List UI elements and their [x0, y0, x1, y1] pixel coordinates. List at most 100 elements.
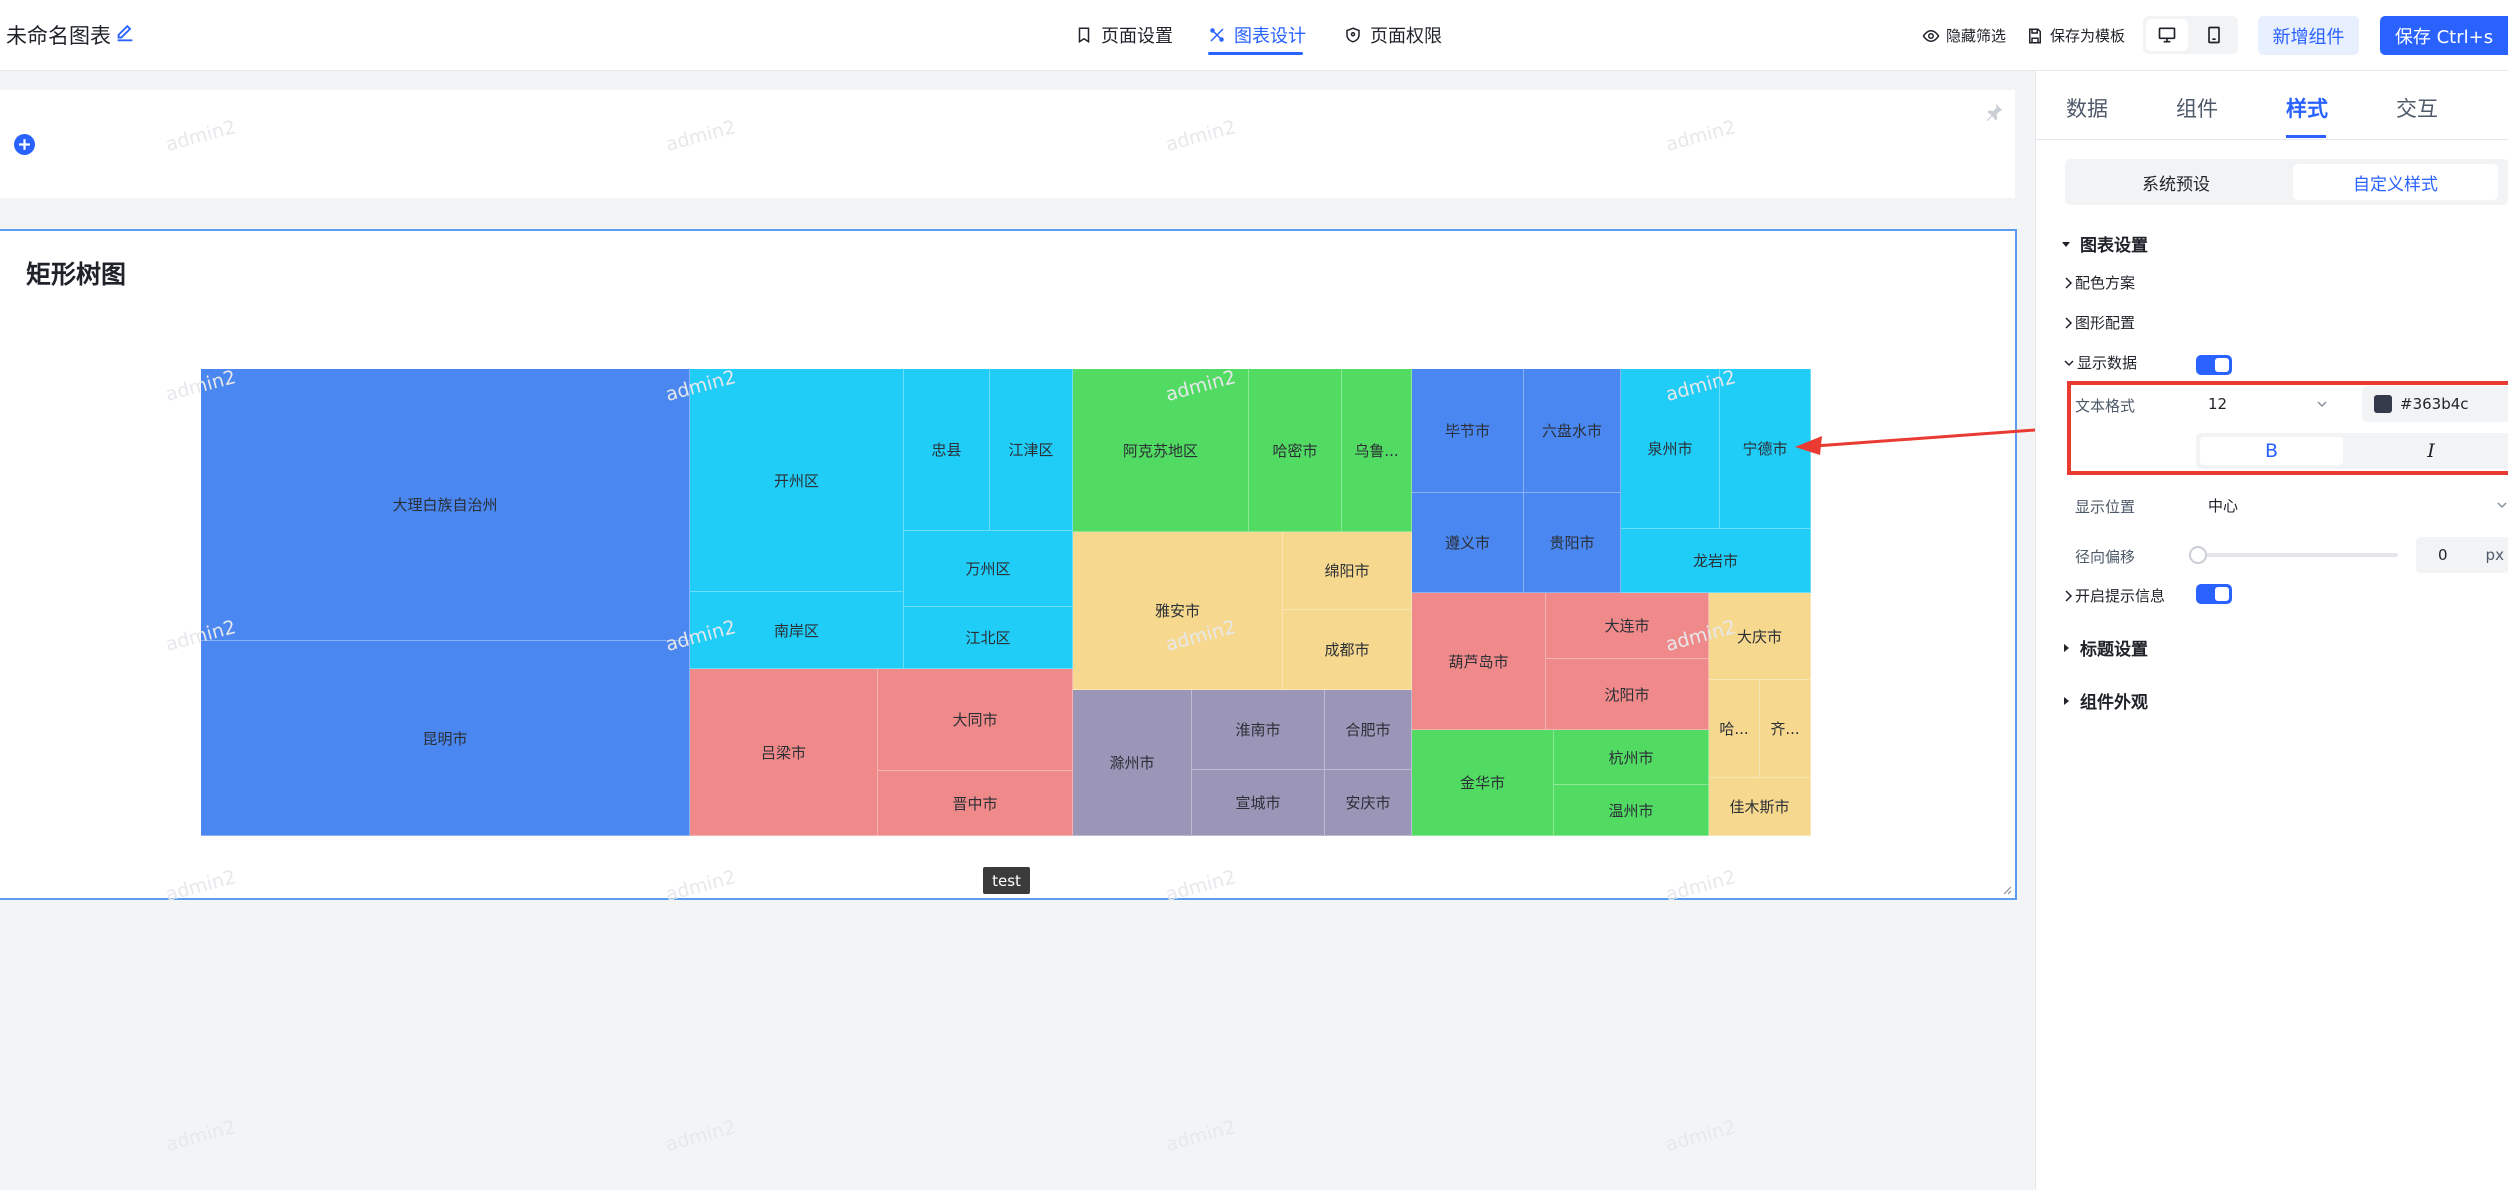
treemap-cell[interactable]: 安庆市 — [1325, 770, 1412, 836]
treemap-cell[interactable]: 雅安市 — [1073, 532, 1283, 690]
show-data-toggle[interactable] — [2196, 355, 2232, 375]
treemap-cell[interactable]: 毕节市 — [1412, 369, 1524, 493]
treemap-cell[interactable]: 昆明市 — [201, 641, 690, 836]
segment-system-preset[interactable]: 系统预设 — [2070, 164, 2282, 200]
panel-tab-data[interactable]: 数据 — [2066, 93, 2108, 123]
chart-title: 矩形树图 — [26, 260, 127, 289]
treemap-cell[interactable]: 六盘水市 — [1524, 369, 1621, 493]
panel-tab-interaction[interactable]: 交互 — [2396, 93, 2438, 123]
save-button[interactable]: 保存 Ctrl+s — [2380, 16, 2508, 55]
radial-offset-track[interactable] — [2198, 553, 2398, 557]
resize-handle-icon[interactable] — [2002, 885, 2012, 895]
design-icon — [1210, 28, 1224, 42]
tab-chart-design[interactable]: 图表设计 — [1208, 22, 1306, 48]
item-shape-config[interactable]: 图形配置 — [2063, 312, 2135, 333]
add-component-button[interactable]: 新增组件 — [2258, 16, 2359, 55]
panel-divider — [2036, 139, 2508, 140]
tab-label: 页面设置 — [1101, 26, 1173, 47]
treemap-cell[interactable]: 江北区 — [904, 607, 1073, 669]
treemap-cell[interactable]: 吕梁市 — [690, 669, 878, 836]
treemap-cell[interactable]: 杭州市 — [1554, 730, 1709, 785]
treemap-cell[interactable]: 泉州市 — [1621, 369, 1720, 529]
add-filter-button[interactable] — [14, 134, 35, 155]
save-template-label: 保存为模板 — [2050, 27, 2126, 45]
segment-custom-style[interactable]: 自定义样式 — [2293, 164, 2498, 200]
treemap-cell[interactable]: 大理白族自治州 — [201, 369, 690, 641]
treemap-cell[interactable]: 佳木斯市 — [1709, 778, 1811, 836]
treemap-cell[interactable]: 成都市 — [1283, 610, 1412, 690]
radial-offset-value: 0 — [2438, 546, 2448, 564]
treemap-cell[interactable]: 合肥市 — [1325, 690, 1412, 770]
treemap-cell[interactable]: 万州区 — [904, 531, 1073, 607]
caret-down-icon — [2062, 241, 2070, 247]
tab-label: 图表设计 — [1234, 26, 1306, 47]
section-title-settings[interactable]: 标题设置 — [2060, 635, 2148, 660]
treemap-cell[interactable]: 开州区 — [690, 369, 904, 592]
item-color-scheme[interactable]: 配色方案 — [2063, 272, 2135, 293]
chart-card[interactable]: 矩形树图 大理白族自治州 昆明市 开州区 忠县 江津区 万州区 南岸区 江北区 阿克苏地区 哈密市… — [0, 229, 2017, 900]
tab-page-settings[interactable]: 页面设置 — [1075, 22, 1173, 48]
panel-tab-style[interactable]: 样式 — [2286, 93, 2328, 123]
treemap-chart: 大理白族自治州 昆明市 开州区 忠县 江津区 万州区 南岸区 江北区 阿克苏地区 哈密市 乌鲁...… — [201, 369, 1811, 836]
watermark-text: admin2 — [1163, 1116, 1239, 1156]
tooltip-toggle[interactable] — [2196, 584, 2232, 604]
chevron-right-icon — [2065, 316, 2073, 329]
section-chart-settings[interactable]: 图表设置 — [2060, 231, 2148, 256]
style-mode-segment: 系统预设 自定义样式 — [2065, 159, 2508, 205]
top-bar: 未命名图表 页面设置 图表设计 页面权限 隐藏筛选 保存为模板 新增组件 保存 … — [0, 0, 2508, 71]
caret-right-icon — [2064, 696, 2069, 705]
treemap-cell[interactable]: 乌鲁... — [1342, 369, 1412, 532]
treemap-cell[interactable]: 忠县 — [904, 369, 990, 531]
desktop-view-button[interactable] — [2146, 19, 2188, 51]
bookmark-icon — [1078, 27, 1090, 44]
treemap-cell[interactable]: 江津区 — [990, 369, 1073, 531]
treemap-cell[interactable]: 南岸区 — [690, 592, 904, 669]
section-label: 图表设置 — [2080, 236, 2148, 256]
treemap-cell[interactable]: 沈阳市 — [1546, 659, 1709, 730]
chevron-down-icon — [2497, 502, 2507, 509]
tab-page-permission[interactable]: 页面权限 — [1344, 22, 1442, 48]
display-position-label: 显示位置 — [2075, 498, 2136, 516]
desktop-icon — [2158, 27, 2176, 43]
treemap-cell[interactable]: 哈... — [1709, 680, 1760, 778]
item-tooltip[interactable]: 开启提示信息 — [2063, 585, 2165, 606]
treemap-cell[interactable]: 滁州市 — [1073, 690, 1192, 836]
pin-icon[interactable] — [1984, 102, 2004, 122]
treemap-cell[interactable]: 大同市 — [878, 669, 1073, 771]
treemap-cell[interactable]: 遵义市 — [1412, 493, 1524, 593]
mobile-view-button[interactable] — [2193, 19, 2235, 51]
treemap-cell[interactable]: 贵阳市 — [1524, 493, 1621, 593]
treemap-cell[interactable]: 晋中市 — [878, 771, 1073, 836]
hide-filter-button[interactable]: 隐藏筛选 — [1922, 25, 2006, 46]
treemap-cell[interactable]: 阿克苏地区 — [1073, 369, 1249, 532]
tooltip-tag: test — [983, 867, 1030, 894]
save-template-button[interactable]: 保存为模板 — [2026, 25, 2125, 46]
shield-icon — [1346, 27, 1360, 43]
treemap-cell[interactable]: 葫芦岛市 — [1412, 593, 1546, 730]
filter-area — [0, 90, 2015, 198]
edit-icon[interactable] — [114, 22, 136, 44]
item-label: 开启提示信息 — [2075, 587, 2166, 605]
treemap-cell[interactable]: 温州市 — [1554, 785, 1709, 836]
radial-offset-input[interactable]: 0 px — [2416, 537, 2508, 573]
section-component-look[interactable]: 组件外观 — [2060, 688, 2148, 713]
treemap-cell[interactable]: 绵阳市 — [1283, 532, 1412, 610]
treemap-cell[interactable]: 大连市 — [1546, 593, 1709, 659]
treemap-cell[interactable]: 哈密市 — [1249, 369, 1342, 532]
treemap-cell[interactable]: 金华市 — [1412, 730, 1554, 836]
item-show-data[interactable]: 显示数据 — [2063, 352, 2137, 373]
radial-offset-slider[interactable] — [2189, 546, 2207, 564]
display-position-select[interactable]: 中心 — [2196, 487, 2508, 523]
treemap-cell[interactable]: 齐... — [1760, 680, 1811, 778]
chart-name: 未命名图表 — [6, 24, 111, 48]
treemap-cell[interactable]: 淮南市 — [1192, 690, 1325, 770]
annotation-arrow-icon — [1795, 428, 2036, 455]
treemap-cell[interactable]: 龙岩市 — [1621, 529, 1811, 593]
chevron-right-icon — [2065, 589, 2073, 602]
radial-offset-label: 径向偏移 — [2075, 548, 2136, 566]
panel-tab-component[interactable]: 组件 — [2176, 93, 2218, 123]
display-position-value: 中心 — [2208, 496, 2239, 515]
treemap-cell[interactable]: 大庆市 — [1709, 593, 1811, 680]
unit-label: px — [2485, 546, 2504, 564]
treemap-cell[interactable]: 宣城市 — [1192, 770, 1325, 836]
